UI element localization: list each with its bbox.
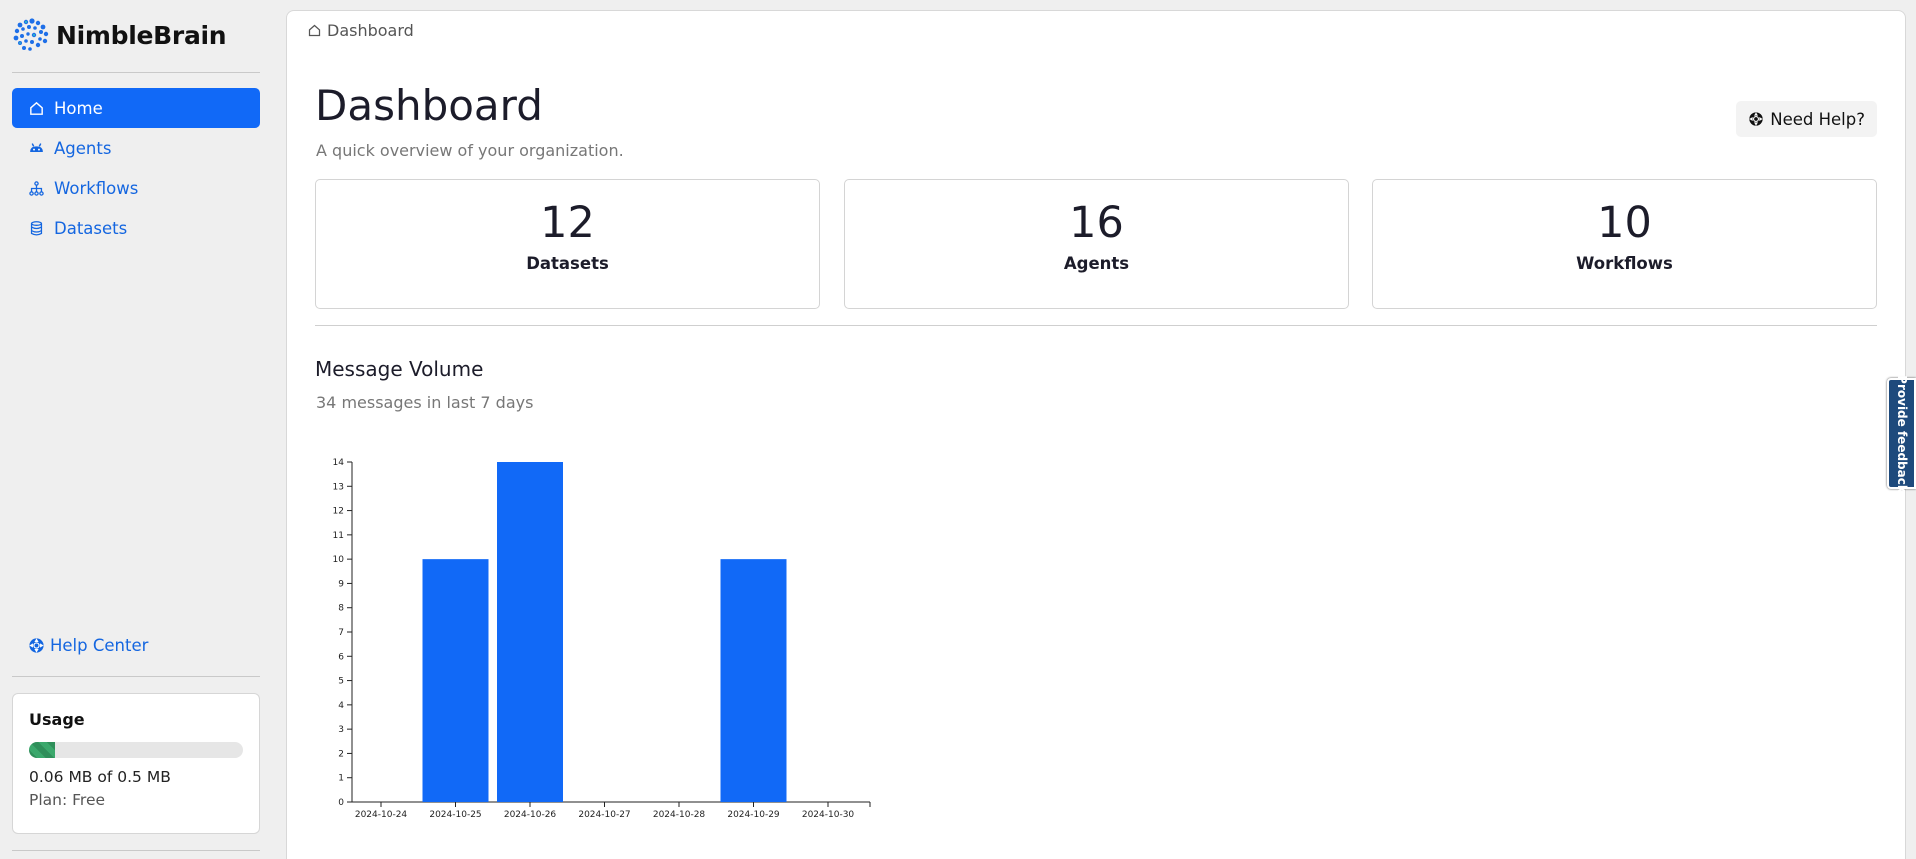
- message-volume-title: Message Volume: [315, 357, 484, 381]
- feedback-label: Provide feedback: [1894, 374, 1909, 493]
- y-tick-label: 14: [333, 458, 345, 468]
- lifebuoy-icon: [29, 638, 44, 653]
- message-volume-subtitle: 34 messages in last 7 days: [316, 393, 534, 412]
- message-volume-chart: 012345678910111213142024-10-24 2024-10-25…: [333, 458, 871, 820]
- sidebar-item-label: Datasets: [54, 218, 128, 238]
- page-subtitle: A quick overview of your organization.: [316, 141, 624, 160]
- y-tick-label: 9: [338, 579, 344, 589]
- y-tick-label: 10: [333, 555, 345, 565]
- y-tick-label: 0: [338, 798, 344, 808]
- y-tick-label: 13: [333, 482, 344, 492]
- lifebuoy-icon: [1749, 112, 1763, 126]
- sidebar-divider: [12, 850, 260, 851]
- sidebar-nav: Home Agents Workflows Datasets: [12, 88, 260, 248]
- usage-title: Usage: [29, 710, 85, 729]
- x-tick-label: 2024-10-27: [578, 810, 630, 820]
- breadcrumb[interactable]: Dashboard: [307, 21, 414, 40]
- sidebar-item-workflows[interactable]: Workflows: [12, 168, 260, 208]
- database-icon: [30, 220, 43, 236]
- help-center-link[interactable]: Help Center: [28, 636, 148, 655]
- need-help-button[interactable]: Need Help?: [1736, 101, 1877, 137]
- usage-progress-fill: [29, 742, 55, 758]
- stat-card-datasets[interactable]: 12 Datasets: [315, 179, 820, 309]
- usage-amount: 0.06 MB of 0.5 MB: [29, 768, 171, 786]
- bar-2024-10-25: [422, 559, 489, 802]
- x-tick-label: 2024-10-29: [727, 810, 780, 820]
- stat-label: Workflows: [1576, 254, 1673, 273]
- y-tick-label: 6: [338, 652, 344, 662]
- y-tick-label: 4: [338, 701, 344, 711]
- y-tick-label: 8: [338, 604, 344, 614]
- stat-label: Agents: [1063, 254, 1130, 273]
- breadcrumb-label: Dashboard: [327, 21, 414, 40]
- sidebar-divider: [12, 676, 260, 677]
- brand[interactable]: NimbleBrain: [12, 16, 227, 54]
- usage-plan: Plan: Free: [29, 791, 106, 809]
- x-tick-label: 2024-10-30: [802, 810, 855, 820]
- x-tick-label: 2024-10-26: [504, 810, 557, 820]
- bar-2024-10-26: [497, 462, 563, 802]
- x-tick-label: 2024-10-25: [429, 810, 481, 820]
- y-tick-label: 12: [333, 507, 344, 517]
- home-icon: [30, 101, 43, 115]
- sidebar-item-agents[interactable]: Agents: [12, 128, 260, 168]
- nimblebrain-logo-icon: [13, 18, 49, 51]
- y-tick-label: 11: [333, 531, 344, 541]
- y-tick-label: 1: [338, 774, 344, 784]
- page-title: Dashboard: [315, 81, 543, 130]
- y-tick-label: 2: [338, 749, 344, 759]
- stat-value: 16: [1069, 198, 1124, 248]
- sidebar-item-label: Workflows: [54, 178, 139, 198]
- stat-value: 12: [540, 198, 595, 248]
- y-tick-label: 5: [338, 677, 344, 687]
- sidebar-item-datasets[interactable]: Datasets: [12, 208, 260, 248]
- sidebar: NimbleBrain Home Agents Workflows Datase…: [0, 0, 272, 859]
- stats-row: 12 Datasets 16 Agents 10 Workflows: [315, 179, 1877, 309]
- provide-feedback-tab[interactable]: Provide feedback: [1887, 375, 1916, 492]
- help-center-label: Help Center: [50, 636, 149, 655]
- robot-icon: [30, 142, 43, 152]
- y-tick-label: 7: [338, 628, 344, 638]
- stat-card-workflows[interactable]: 10 Workflows: [1372, 179, 1877, 309]
- y-tick-label: 3: [338, 725, 344, 735]
- sidebar-item-label: Agents: [54, 138, 112, 158]
- bar-2024-10-29: [720, 559, 787, 802]
- sidebar-item-home[interactable]: Home: [12, 88, 260, 128]
- brand-name: NimbleBrain: [56, 20, 227, 50]
- stat-card-agents[interactable]: 16 Agents: [844, 179, 1349, 309]
- x-tick-label: 2024-10-28: [653, 810, 706, 820]
- workflow-icon: [29, 180, 44, 196]
- stat-value: 10: [1597, 198, 1652, 248]
- home-icon: [308, 24, 321, 37]
- usage-card: Usage 0.06 MB of 0.5 MB Plan: Free: [12, 693, 260, 834]
- sidebar-divider: [12, 72, 260, 73]
- sidebar-item-label: Home: [54, 98, 103, 118]
- main-panel: Dashboard Dashboard A quick overview of …: [286, 10, 1906, 859]
- section-divider: [315, 325, 1877, 326]
- stat-label: Datasets: [526, 254, 609, 273]
- x-tick-label: 2024-10-24: [355, 810, 408, 820]
- usage-progress-bar: [29, 742, 243, 758]
- need-help-label: Need Help?: [1770, 109, 1865, 129]
